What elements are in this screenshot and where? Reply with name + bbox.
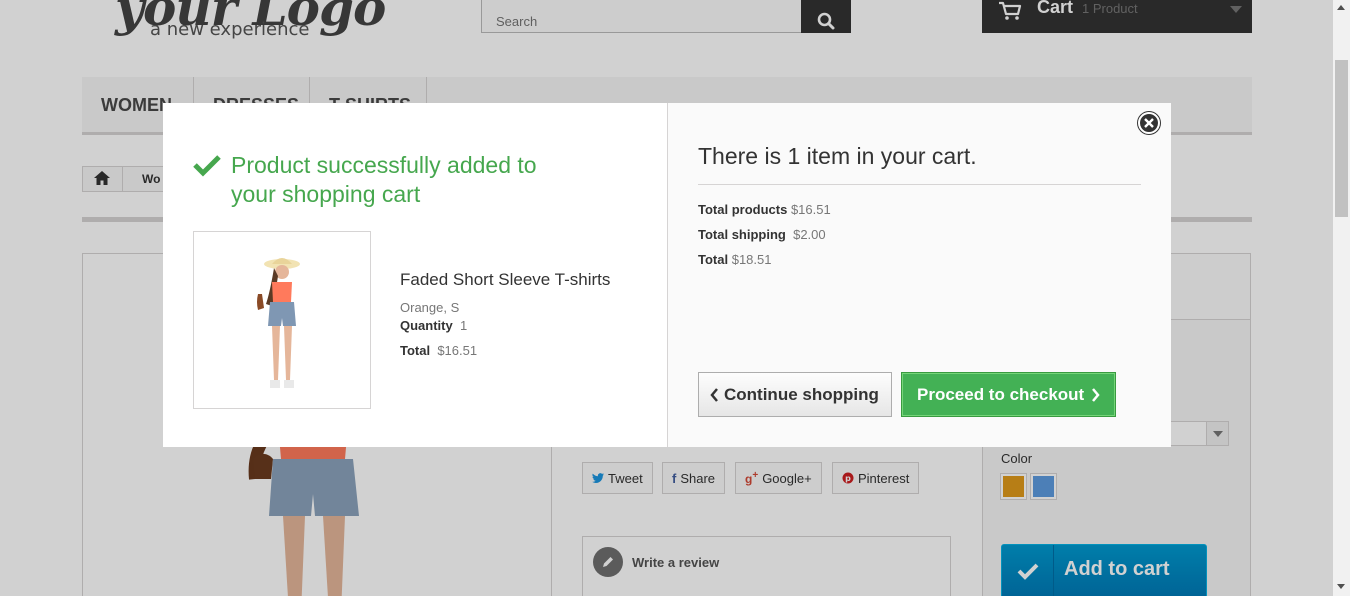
total-products: Total products $16.51 bbox=[698, 202, 831, 217]
total-products-value: $16.51 bbox=[790, 202, 831, 217]
total-shipping: Total shipping $2.00 bbox=[698, 227, 826, 242]
close-icon bbox=[1144, 118, 1154, 128]
product-total-value: $16.51 bbox=[437, 343, 478, 358]
checkout-label: Proceed to checkout bbox=[917, 384, 1085, 404]
product-attributes: Orange, S bbox=[400, 300, 460, 315]
cart-total-label: Total bbox=[698, 252, 729, 267]
proceed-to-checkout-button[interactable]: Proceed to checkout bbox=[901, 372, 1116, 417]
total-products-label: Total products bbox=[698, 202, 788, 217]
product-total-label: Total bbox=[400, 343, 431, 358]
continue-shopping-label: Continue shopping bbox=[724, 384, 879, 404]
quantity-label: Quantity bbox=[400, 318, 453, 333]
total-shipping-label: Total shipping bbox=[698, 227, 786, 242]
cart-total-value: $18.51 bbox=[731, 252, 772, 267]
total-shipping-value: $2.00 bbox=[793, 227, 826, 242]
cart-total: Total $18.51 bbox=[698, 252, 771, 267]
quantity-value: 1 bbox=[459, 318, 468, 333]
scrollbar-thumb[interactable] bbox=[1335, 60, 1348, 217]
product-thumbnail bbox=[193, 231, 371, 409]
continue-shopping-button[interactable]: Continue shopping bbox=[698, 372, 892, 417]
scroll-down-arrow-icon[interactable] bbox=[1337, 584, 1345, 589]
product-quantity: Quantity 1 bbox=[400, 318, 467, 333]
chevron-left-icon bbox=[710, 387, 718, 402]
check-icon bbox=[193, 153, 221, 182]
model-figure-image bbox=[257, 258, 300, 388]
chevron-right-icon bbox=[1092, 387, 1100, 402]
product-total: Total $16.51 bbox=[400, 343, 477, 358]
close-button[interactable] bbox=[1138, 112, 1160, 134]
cart-summary-title: There is 1 item in your cart. bbox=[698, 143, 977, 169]
product-name: Faded Short Sleeve T-shirts bbox=[400, 270, 611, 289]
success-message: Product successfully added to your shopp… bbox=[231, 152, 537, 207]
divider bbox=[698, 184, 1141, 185]
scroll-up-arrow-icon[interactable] bbox=[1337, 5, 1345, 10]
